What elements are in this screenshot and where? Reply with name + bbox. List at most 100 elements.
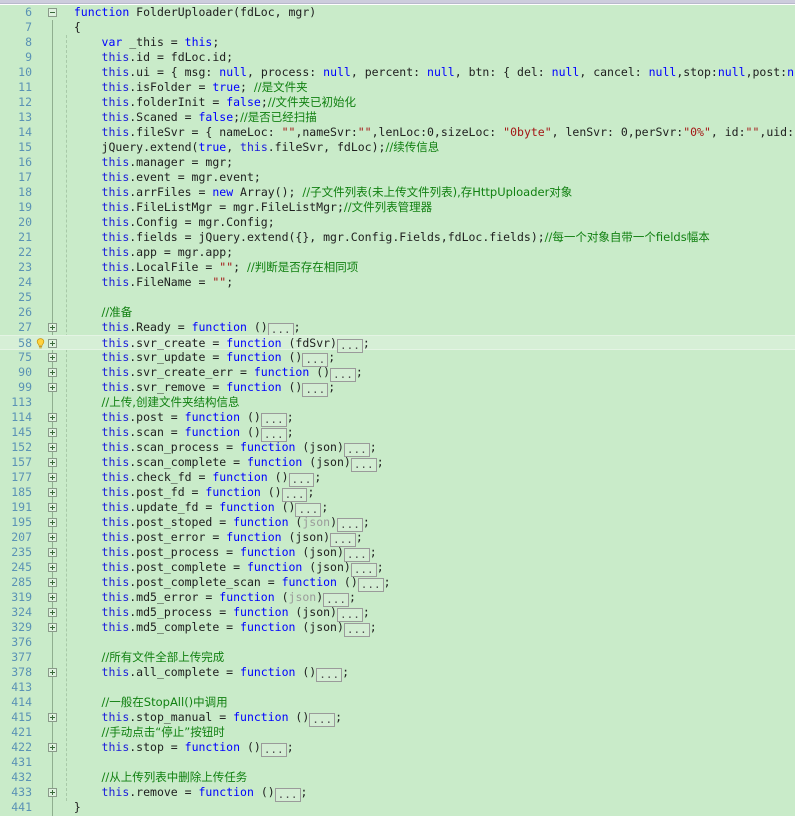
code-text[interactable] [60,755,102,770]
code-line[interactable]: 19 this.FileListMgr = mgr.FileListMgr;//… [0,200,795,215]
code-line[interactable]: 9 this.id = fdLoc.id; [0,50,795,65]
code-line[interactable]: 75 this.svr_update = function ()...; [0,350,795,365]
expand-code-block-button[interactable] [48,533,57,542]
code-text[interactable]: this.Scaned = false;//是否已经扫描 [60,110,317,125]
code-line[interactable]: 22 this.app = mgr.app; [0,245,795,260]
code-text[interactable]: //所有文件全部上传完成 [60,650,224,665]
code-line[interactable]: 415 this.stop_manual = function ()...; [0,710,795,725]
code-line[interactable]: 378 this.all_complete = function ()...; [0,665,795,680]
expand-code-block-button[interactable] [48,608,57,617]
code-line[interactable]: 7 { [0,20,795,35]
expand-code-block-button[interactable] [48,339,57,348]
code-line[interactable]: 10 this.ui = { msg: null, process: null,… [0,65,795,80]
code-text[interactable]: //一般在StopAll()中调用 [60,695,228,710]
code-text[interactable] [60,290,102,305]
code-text[interactable]: this.isFolder = true; //是文件夹 [60,80,308,95]
code-text[interactable] [60,680,102,695]
code-text[interactable]: function FolderUploader(fdLoc, mgr) [60,5,316,20]
code-text[interactable]: this.LocalFile = ""; //判断是否存在相同项 [60,260,358,275]
code-line[interactable]: 432 //从上传列表中删除上传任务 [0,770,795,785]
code-line[interactable]: 20 this.Config = mgr.Config; [0,215,795,230]
expand-code-block-button[interactable] [48,458,57,467]
code-line[interactable]: 421 //手动点击“停止”按钮时 [0,725,795,740]
code-line[interactable]: 185 this.post_fd = function ()...; [0,485,795,500]
expand-code-block-button[interactable] [48,503,57,512]
expand-code-block-button[interactable] [48,563,57,572]
code-text[interactable]: this.Config = mgr.Config; [60,215,275,230]
code-line[interactable]: 319 this.md5_error = function (json)...; [0,590,795,605]
code-line[interactable]: 177 this.check_fd = function ()...; [0,470,795,485]
code-line[interactable]: 376 [0,635,795,650]
expand-code-block-button[interactable] [48,593,57,602]
code-text[interactable]: this.fields = jQuery.extend({}, mgr.Conf… [60,230,710,245]
code-line[interactable]: 11 this.isFolder = true; //是文件夹 [0,80,795,95]
collapse-code-block-button[interactable] [48,8,57,17]
code-line[interactable]: 6 function FolderUploader(fdLoc, mgr) [0,5,795,20]
expand-code-block-button[interactable] [48,623,57,632]
expand-code-block-button[interactable] [48,518,57,527]
expand-code-block-button[interactable] [48,713,57,722]
code-line[interactable]: 145 this.scan = function ()...; [0,425,795,440]
code-text[interactable]: this.event = mgr.event; [60,170,261,185]
expand-code-block-button[interactable] [48,413,57,422]
code-line[interactable]: 285 this.post_complete_scan = function (… [0,575,795,590]
expand-code-block-button[interactable] [48,353,57,362]
expand-code-block-button[interactable] [48,323,57,332]
expand-code-block-button[interactable] [48,368,57,377]
expand-code-block-button[interactable] [48,668,57,677]
code-text[interactable]: this.manager = mgr; [60,155,233,170]
code-editor-surface[interactable]: 6 function FolderUploader(fdLoc, mgr)7 {… [0,5,795,816]
code-line[interactable]: 431 [0,755,795,770]
expand-code-block-button[interactable] [48,383,57,392]
lightbulb-icon[interactable] [35,338,46,349]
code-line[interactable]: 25 [0,290,795,305]
code-line[interactable]: 329 this.md5_complete = function (json).… [0,620,795,635]
expand-code-block-button[interactable] [48,473,57,482]
code-line[interactable]: 13 this.Scaned = false;//是否已经扫描 [0,110,795,125]
code-text[interactable] [60,635,102,650]
code-text[interactable]: //上传,创建文件夹结构信息 [60,395,239,410]
code-line[interactable]: 99 this.svr_remove = function ()...; [0,380,795,395]
code-text[interactable]: this.arrFiles = new Array(); //子文件列表(未上传… [60,185,572,200]
code-text[interactable]: this.FileName = ""; [60,275,233,290]
code-line[interactable]: 152 this.scan_process = function (json).… [0,440,795,455]
code-line[interactable]: 15 jQuery.extend(true, this.fileSvr, fdL… [0,140,795,155]
code-line[interactable]: 18 this.arrFiles = new Array(); //子文件列表(… [0,185,795,200]
code-line[interactable]: 195 this.post_stoped = function (json)..… [0,515,795,530]
code-text[interactable]: this.folderInit = false;//文件夹已初始化 [60,95,356,110]
code-line[interactable]: 113 //上传,创建文件夹结构信息 [0,395,795,410]
expand-code-block-button[interactable] [48,578,57,587]
code-text[interactable]: //手动点击“停止”按钮时 [60,725,225,740]
code-line[interactable]: 12 this.folderInit = false;//文件夹已初始化 [0,95,795,110]
code-text[interactable]: this.fileSvr = { nameLoc: "",nameSvr:"",… [60,125,795,140]
code-line[interactable]: 191 this.update_fd = function ()...; [0,500,795,515]
code-line[interactable]: 245 this.post_complete = function (json)… [0,560,795,575]
code-line[interactable]: 21 this.fields = jQuery.extend({}, mgr.C… [0,230,795,245]
code-text[interactable]: { [60,20,81,35]
code-line[interactable]: 17 this.event = mgr.event; [0,170,795,185]
code-text[interactable]: //准备 [60,305,132,320]
code-line[interactable]: 235 this.post_process = function (json).… [0,545,795,560]
code-text[interactable]: this.id = fdLoc.id; [60,50,233,65]
code-line[interactable]: 207 this.post_error = function (json)...… [0,530,795,545]
expand-code-block-button[interactable] [48,743,57,752]
code-line[interactable]: 27 this.Ready = function ()...; [0,320,795,335]
code-line[interactable]: 23 this.LocalFile = ""; //判断是否存在相同项 [0,260,795,275]
code-line[interactable]: 14 this.fileSvr = { nameLoc: "",nameSvr:… [0,125,795,140]
expand-code-block-button[interactable] [48,443,57,452]
code-line[interactable]: 24 this.FileName = ""; [0,275,795,290]
code-text[interactable]: } [60,800,81,815]
code-text[interactable]: this.FileListMgr = mgr.FileListMgr;//文件列… [60,200,432,215]
code-text[interactable]: var _this = this; [60,35,219,50]
code-line[interactable]: 413 [0,680,795,695]
code-line[interactable]: 433 this.remove = function ()...; [0,785,795,800]
expand-code-block-button[interactable] [48,788,57,797]
code-line[interactable]: 114 this.post = function ()...; [0,410,795,425]
code-line[interactable]: 90 this.svr_create_err = function ()...; [0,365,795,380]
code-line[interactable]: 26 //准备 [0,305,795,320]
code-text[interactable]: this.ui = { msg: null, process: null, pe… [60,65,795,80]
code-line[interactable]: 422 this.stop = function ()...; [0,740,795,755]
code-text[interactable]: this.app = mgr.app; [60,245,233,260]
code-line[interactable]: 58 this.svr_create = function (fdSvr)...… [0,335,795,350]
expand-code-block-button[interactable] [48,428,57,437]
